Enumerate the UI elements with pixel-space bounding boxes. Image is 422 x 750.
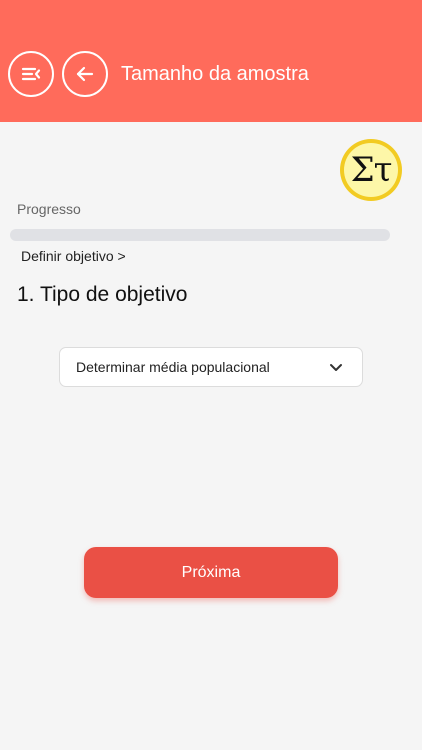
sigma-tau-logo: Στ: [344, 143, 398, 197]
progress-label: Progresso: [17, 201, 81, 217]
menu-collapse-icon: [21, 67, 41, 81]
progress-bar: [10, 229, 390, 241]
next-button-label: Próxima: [181, 563, 241, 581]
arrow-left-icon: [76, 66, 94, 82]
app-header: Tamanho da amostra: [0, 0, 422, 122]
next-button[interactable]: Próxima: [84, 547, 338, 598]
chevron-down-icon: [330, 364, 342, 371]
section-title: 1. Tipo de objetivo: [17, 283, 188, 306]
breadcrumb[interactable]: Definir objetivo >: [21, 248, 126, 264]
menu-button[interactable]: [8, 51, 54, 97]
objective-select[interactable]: Determinar média populacional: [59, 347, 363, 387]
back-button[interactable]: [62, 51, 108, 97]
page-title: Tamanho da amostra: [121, 63, 309, 85]
objective-select-value: Determinar média populacional: [76, 359, 270, 375]
app-logo: Στ: [340, 139, 402, 201]
